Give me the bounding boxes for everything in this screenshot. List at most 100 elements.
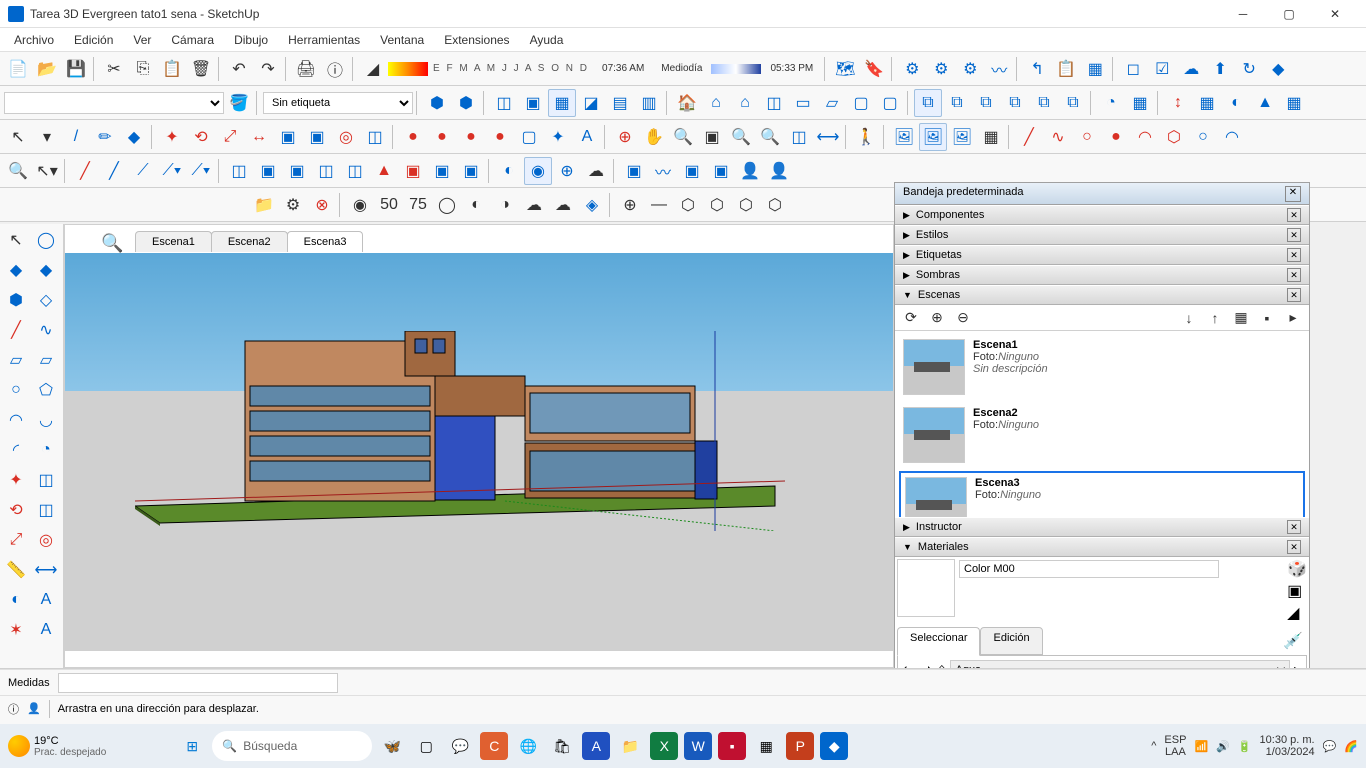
eraser-icon[interactable]: ◢ [359, 55, 387, 83]
warehouse-button[interactable]: ◆ [1264, 55, 1292, 83]
rect-palette[interactable]: ▱ [2, 346, 30, 374]
star-tool[interactable]: ✦ [544, 123, 572, 151]
grab-tool[interactable]: ✋ [640, 123, 668, 151]
vertex-2-tool[interactable]: ● [428, 123, 456, 151]
solid-intersect-button[interactable]: ⧉ [943, 89, 971, 117]
house-button-3[interactable]: ⌂ [731, 89, 759, 117]
panel-escenas-x[interactable]: ✕ [1287, 288, 1301, 302]
stretch-tool[interactable]: ↔ [245, 123, 273, 151]
eraser-palette[interactable]: ◆ [2, 256, 30, 284]
wifi-icon[interactable]: 📶 [1194, 740, 1208, 753]
status-icon-2[interactable]: 👤 [27, 702, 41, 715]
materials-edit-tab[interactable]: Edición [980, 627, 1042, 655]
view-iso-button[interactable]: ◫ [490, 89, 518, 117]
scene-item-2[interactable]: Escena2 Foto:Ninguno [899, 403, 1305, 467]
waves-button[interactable]: 〰 [985, 55, 1013, 83]
rotate-palette[interactable]: ⟲ [2, 496, 30, 524]
panel-instructor[interactable]: ▶Instructor✕ [895, 517, 1309, 537]
sel-4[interactable]: ↖▾ [33, 157, 61, 185]
material-default-icon[interactable]: ◢ [1287, 603, 1307, 623]
taskbar-butterfly-icon[interactable]: 🦋 [378, 732, 406, 760]
vertex-4-tool[interactable]: ● [486, 123, 514, 151]
view-top-button[interactable]: ▣ [519, 89, 547, 117]
line-palette[interactable]: ╱ [2, 316, 30, 344]
house-button-6[interactable]: ▱ [818, 89, 846, 117]
select-drop-tool[interactable]: ▾ [33, 123, 61, 151]
move-tool[interactable]: ✦ [158, 123, 186, 151]
taskbar-app-4[interactable]: ▦ [752, 732, 780, 760]
zoom-icon-4[interactable]: 🔍 [4, 157, 32, 185]
export-button[interactable]: ⬆ [1206, 55, 1234, 83]
check-button[interactable]: ☑ [1148, 55, 1176, 83]
arrow-back-button[interactable]: ↰ [1023, 55, 1051, 83]
battery-icon[interactable]: 🔋 [1238, 740, 1252, 753]
sun-slider[interactable] [711, 64, 761, 74]
tool-3b[interactable]: ✏ [91, 123, 119, 151]
taskbar-store-icon[interactable]: 🛍 [548, 732, 576, 760]
save-button[interactable]: 💾 [62, 55, 90, 83]
sandbox-4-button[interactable]: ▦ [1193, 89, 1221, 117]
panel-materiales[interactable]: ▼Materiales✕ [895, 537, 1309, 557]
blue-arc-tool[interactable]: ◠ [1218, 123, 1246, 151]
start-button[interactable]: ⊞ [178, 732, 206, 760]
scene-remove-button[interactable]: ⊖ [953, 308, 973, 328]
layer-4h[interactable]: ▣ [428, 157, 456, 185]
scene-add-button[interactable]: ⊕ [927, 308, 947, 328]
solid-outer-button[interactable]: ⧉ [1059, 89, 1087, 117]
zoom-extents-tool[interactable]: 🔍 [727, 123, 755, 151]
scene-item-1[interactable]: Escena1 Foto:Ninguno Sin descripción [899, 335, 1305, 399]
align-tool[interactable]: ◫ [361, 123, 389, 151]
arc-palette[interactable]: ◠ [2, 406, 30, 434]
view-back-button[interactable]: ▤ [606, 89, 634, 117]
target-tool[interactable]: ⊕ [611, 123, 639, 151]
paste-button[interactable]: 📋 [158, 55, 186, 83]
image-4-tool[interactable]: ▦ [977, 123, 1005, 151]
new-file-button[interactable]: 📄 [4, 55, 32, 83]
measurements-input[interactable] [58, 673, 338, 693]
menu-ver[interactable]: Ver [123, 31, 161, 49]
x-5[interactable]: ⊗ [308, 191, 336, 219]
sandbox-7-button[interactable]: ▦ [1280, 89, 1308, 117]
gear-5[interactable]: ⚙ [279, 191, 307, 219]
cloud-4[interactable]: ☁ [582, 157, 610, 185]
pen-4[interactable]: ╱ [100, 157, 128, 185]
geo-button[interactable]: 🗺 [831, 55, 859, 83]
taskbar-app-2[interactable]: A [582, 732, 610, 760]
grp-4b[interactable]: 〰 [649, 157, 677, 185]
tool-3c[interactable]: ◆ [120, 123, 148, 151]
panel-etiquetas-x[interactable]: ✕ [1287, 248, 1301, 262]
maximize-button[interactable]: ▢ [1266, 0, 1312, 28]
rotrect-palette[interactable]: ▱ [32, 346, 60, 374]
notification-icon[interactable]: 💬 [1323, 740, 1337, 753]
solid-trim-button[interactable]: ⧉ [1001, 89, 1029, 117]
taskbar-app-1[interactable]: C [480, 732, 508, 760]
scene-menu-button[interactable]: ▸ [1283, 308, 1303, 328]
nav-4c[interactable]: ⊕ [553, 157, 581, 185]
sandbox-3-button[interactable]: ↕ [1164, 89, 1192, 117]
text-palette[interactable]: A [32, 586, 60, 614]
folder-5[interactable]: 📁 [250, 191, 278, 219]
taskbar-powerpoint-icon[interactable]: P [786, 732, 814, 760]
lasso-palette[interactable]: ◯ [32, 226, 60, 254]
close-button[interactable]: ✕ [1312, 0, 1358, 28]
scene-update-button[interactable]: ⟳ [901, 308, 921, 328]
edge-4a[interactable]: ⟋ [129, 157, 157, 185]
image-1-tool[interactable]: 🖼 [890, 123, 918, 151]
scene-tab-1[interactable]: Escena1 [135, 231, 212, 252]
follow-tool[interactable]: ▣ [303, 123, 331, 151]
group-palette[interactable]: ◇ [32, 286, 60, 314]
systray-expand-icon[interactable]: ^ [1151, 740, 1156, 752]
minimize-button[interactable]: ─ [1220, 0, 1266, 28]
tape-palette[interactable]: 📏 [2, 556, 30, 584]
panel-etiquetas[interactable]: ▶Etiquetas✕ [895, 245, 1309, 265]
gear-button-2[interactable]: ⚙ [927, 55, 955, 83]
layer-4f[interactable]: ▲ [370, 157, 398, 185]
gear-add-button[interactable]: ⚙ [956, 55, 984, 83]
material-sample-icon[interactable]: 🎲 [1287, 559, 1307, 579]
view-left-button[interactable]: ▥ [635, 89, 663, 117]
grid-button[interactable]: ▦ [1081, 55, 1109, 83]
menu-camara[interactable]: Cámara [161, 31, 224, 49]
taskbar-search[interactable]: 🔍 Búsqueda [212, 731, 372, 761]
panel-sombras[interactable]: ▶Sombras✕ [895, 265, 1309, 285]
tray-titlebar[interactable]: Bandeja predeterminada ✕ [895, 183, 1309, 205]
